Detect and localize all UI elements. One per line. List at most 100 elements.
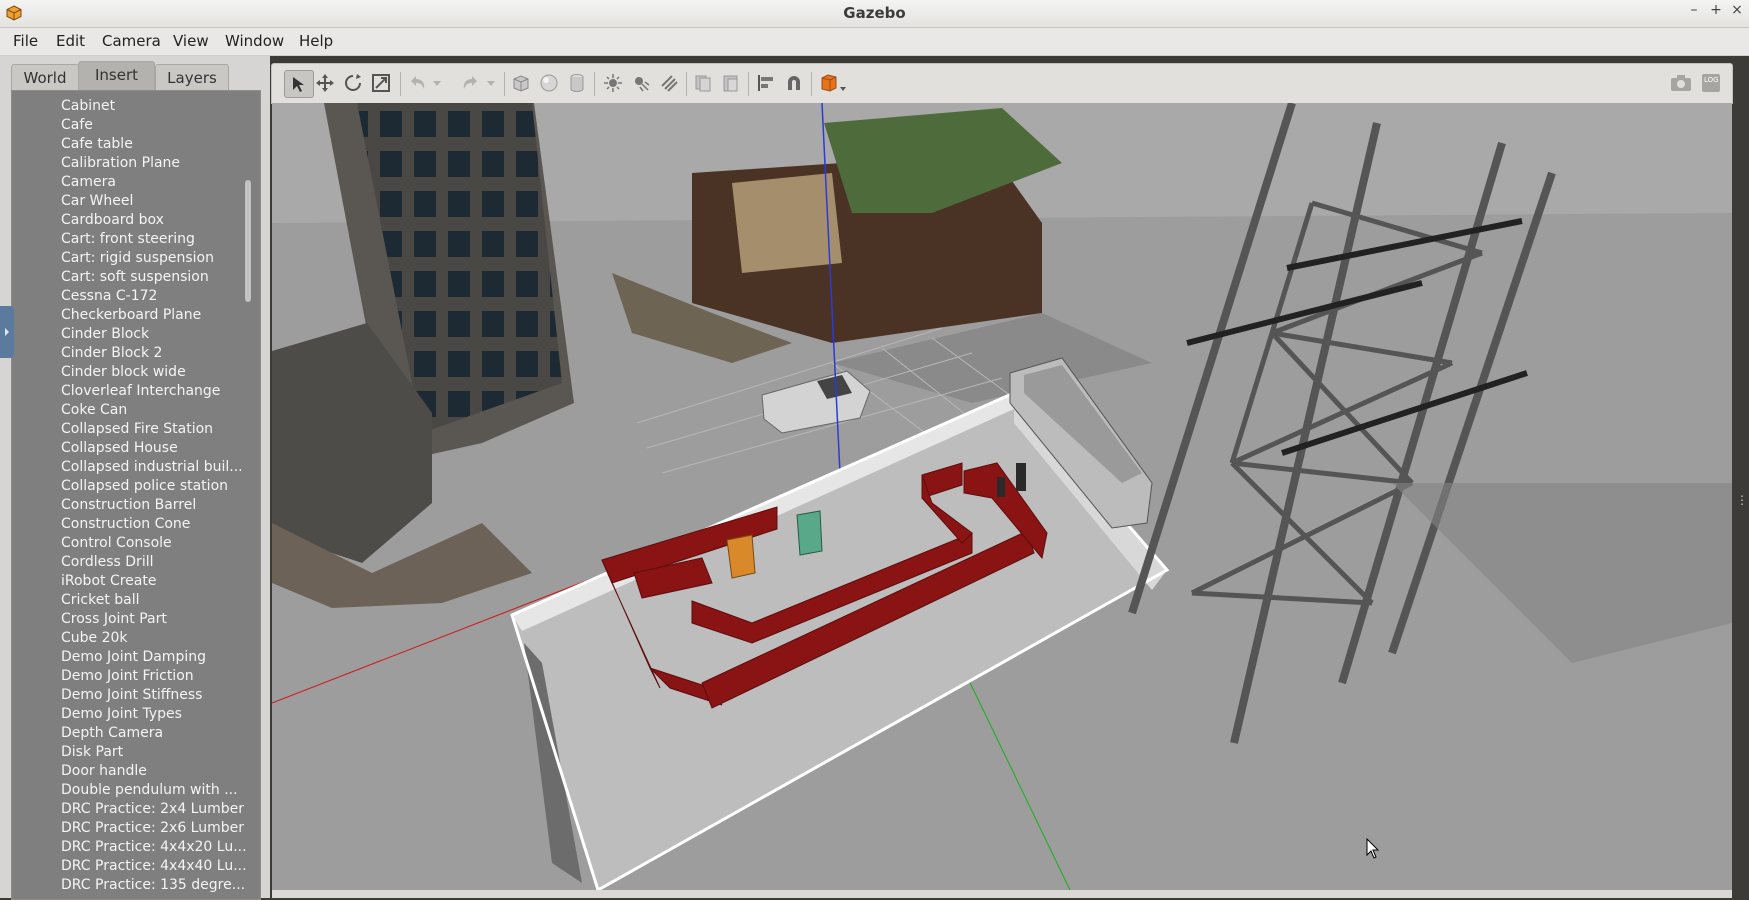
model-list-item[interactable]: Construction Barrel xyxy=(12,496,260,515)
model-list-item[interactable]: Cricket ball xyxy=(12,591,260,610)
spot-light-button[interactable] xyxy=(630,72,652,94)
model-list-item[interactable]: Cinder Block xyxy=(12,325,260,344)
menu-window[interactable]: Window xyxy=(225,32,284,50)
undo-history-icon xyxy=(433,81,441,86)
cylinder-shape-icon xyxy=(570,74,584,92)
model-list-item[interactable]: Demo Joint Friction xyxy=(12,667,260,686)
menu-view[interactable]: View xyxy=(173,32,209,50)
model-list-item[interactable]: Cafe xyxy=(12,116,260,135)
view-angle-button[interactable] xyxy=(818,72,848,94)
tab-layers[interactable]: Layers xyxy=(155,64,229,91)
paste-button[interactable] xyxy=(720,72,742,94)
model-list-item[interactable]: Car Wheel xyxy=(12,192,260,211)
model-list-item[interactable]: iRobot Create xyxy=(12,572,260,591)
redo-button[interactable] xyxy=(460,72,482,94)
align-button[interactable] xyxy=(755,72,777,94)
model-list-item[interactable]: Coke Can xyxy=(12,401,260,420)
model-list-item[interactable]: Collapsed House xyxy=(12,439,260,458)
log-button[interactable]: LOG xyxy=(1700,72,1722,94)
model-list-item[interactable]: Cart: rigid suspension xyxy=(12,249,260,268)
model-list-item[interactable]: Cabinet xyxy=(12,97,260,116)
model-list-item[interactable]: Cordless Drill xyxy=(12,553,260,572)
copy-button[interactable] xyxy=(692,72,714,94)
model-list-item[interactable]: Cardboard box xyxy=(12,211,260,230)
model-list-item[interactable]: Demo Joint Types xyxy=(12,705,260,724)
model-list-item[interactable]: Calibration Plane xyxy=(12,154,260,173)
redo-icon xyxy=(463,76,477,89)
model-list-scroll-thumb[interactable] xyxy=(245,180,251,302)
minimize-button[interactable]: – xyxy=(1684,2,1704,18)
model-list-item[interactable]: DRC Practice: 4x4x20 Lu... xyxy=(12,838,260,857)
translate-mode-icon xyxy=(316,74,334,92)
snap-button[interactable] xyxy=(783,72,805,94)
model-list-item[interactable]: Control Console xyxy=(12,534,260,553)
undo-history-button[interactable] xyxy=(430,72,444,94)
point-light-button[interactable] xyxy=(602,72,624,94)
model-list-item[interactable]: Collapsed Fire Station xyxy=(12,420,260,439)
tab-world[interactable]: World xyxy=(11,64,79,91)
model-list-item[interactable]: Double pendulum with ... xyxy=(12,781,260,800)
point-light-icon xyxy=(604,74,622,92)
model-list-item[interactable]: Demo Joint Damping xyxy=(12,648,260,667)
model-list-item[interactable]: Cinder block wide xyxy=(12,363,260,382)
maximize-button[interactable]: + xyxy=(1706,2,1726,18)
paste-icon xyxy=(723,75,738,92)
model-list-item[interactable]: Cinder Block 2 xyxy=(12,344,260,363)
box-shape-icon xyxy=(513,75,529,92)
undo-button[interactable] xyxy=(406,72,428,94)
view-angle-icon xyxy=(821,74,846,92)
redo-history-button[interactable] xyxy=(484,72,498,94)
model-list-item[interactable]: DRC Practice: 2x4 Lumber xyxy=(12,800,260,819)
rotate-mode-button[interactable] xyxy=(342,72,364,94)
model-list-item[interactable]: Cessna C-172 xyxy=(12,287,260,306)
sphere-shape-icon xyxy=(540,74,558,92)
right-panel-grip[interactable]: ⋮ xyxy=(1736,493,1748,507)
model-list-item[interactable]: Checkerboard Plane xyxy=(12,306,260,325)
copy-icon xyxy=(695,75,711,92)
model-list-item[interactable]: DRC Practice: 2x6 Lumber xyxy=(12,819,260,838)
model-list-item[interactable]: Cube 20k xyxy=(12,629,260,648)
scene-render xyxy=(272,103,1732,890)
3d-viewport[interactable] xyxy=(272,103,1732,890)
model-list-item[interactable]: Cart: front steering xyxy=(12,230,260,249)
model-list: Cabinet Cafe Cafe table Calibration Plane Ca… xyxy=(11,90,261,900)
align-icon xyxy=(758,75,773,91)
menu-edit[interactable]: Edit xyxy=(56,32,85,50)
close-button[interactable]: × xyxy=(1727,2,1747,18)
panel-collapse-handle[interactable] xyxy=(0,306,14,358)
select-mode-icon xyxy=(293,77,304,92)
model-list-item[interactable]: Cart: soft suspension xyxy=(12,268,260,287)
mouse-pointer-icon xyxy=(1366,838,1380,859)
title-bar: Gazebo – + × xyxy=(0,0,1749,28)
model-list-item[interactable]: Cross Joint Part xyxy=(12,610,260,629)
model-list-item[interactable]: Construction Cone xyxy=(12,515,260,534)
model-list-item[interactable]: Cloverleaf Interchange xyxy=(12,382,260,401)
directional-light-button[interactable] xyxy=(658,72,680,94)
box-shape-button[interactable] xyxy=(510,72,532,94)
log-label: LOG xyxy=(1704,76,1719,84)
menu-help[interactable]: Help xyxy=(299,32,333,50)
model-list-item[interactable]: Disk Part xyxy=(12,743,260,762)
scale-mode-button[interactable] xyxy=(370,72,392,94)
model-list-item[interactable]: DRC Practice: 135 degre... xyxy=(12,876,260,895)
undo-icon xyxy=(411,76,425,89)
model-list-item[interactable]: Collapsed police station xyxy=(12,477,260,496)
menu-bar: File Edit Camera View Window Help xyxy=(0,28,1749,56)
tab-insert[interactable]: Insert xyxy=(78,61,155,91)
model-list-item[interactable]: Cafe table xyxy=(12,135,260,154)
screenshot-button[interactable] xyxy=(1670,72,1692,94)
translate-mode-button[interactable] xyxy=(314,72,336,94)
sphere-shape-button[interactable] xyxy=(538,72,560,94)
menu-camera[interactable]: Camera xyxy=(102,32,161,50)
model-list-item[interactable]: Depth Camera xyxy=(12,724,260,743)
select-mode-button[interactable] xyxy=(284,70,314,98)
model-list-item[interactable]: Collapsed industrial buil... xyxy=(12,458,260,477)
model-list-item[interactable]: Door handle xyxy=(12,762,260,781)
model-list-item[interactable]: DRC Practice: 4x4x40 Lu... xyxy=(12,857,260,876)
model-list-item[interactable]: Demo Joint Stiffness xyxy=(12,686,260,705)
directional-light-icon xyxy=(661,75,678,92)
model-list-item[interactable]: Camera xyxy=(12,173,260,192)
chevron-right-icon xyxy=(5,328,9,336)
menu-file[interactable]: File xyxy=(13,32,38,50)
cylinder-shape-button[interactable] xyxy=(566,72,588,94)
